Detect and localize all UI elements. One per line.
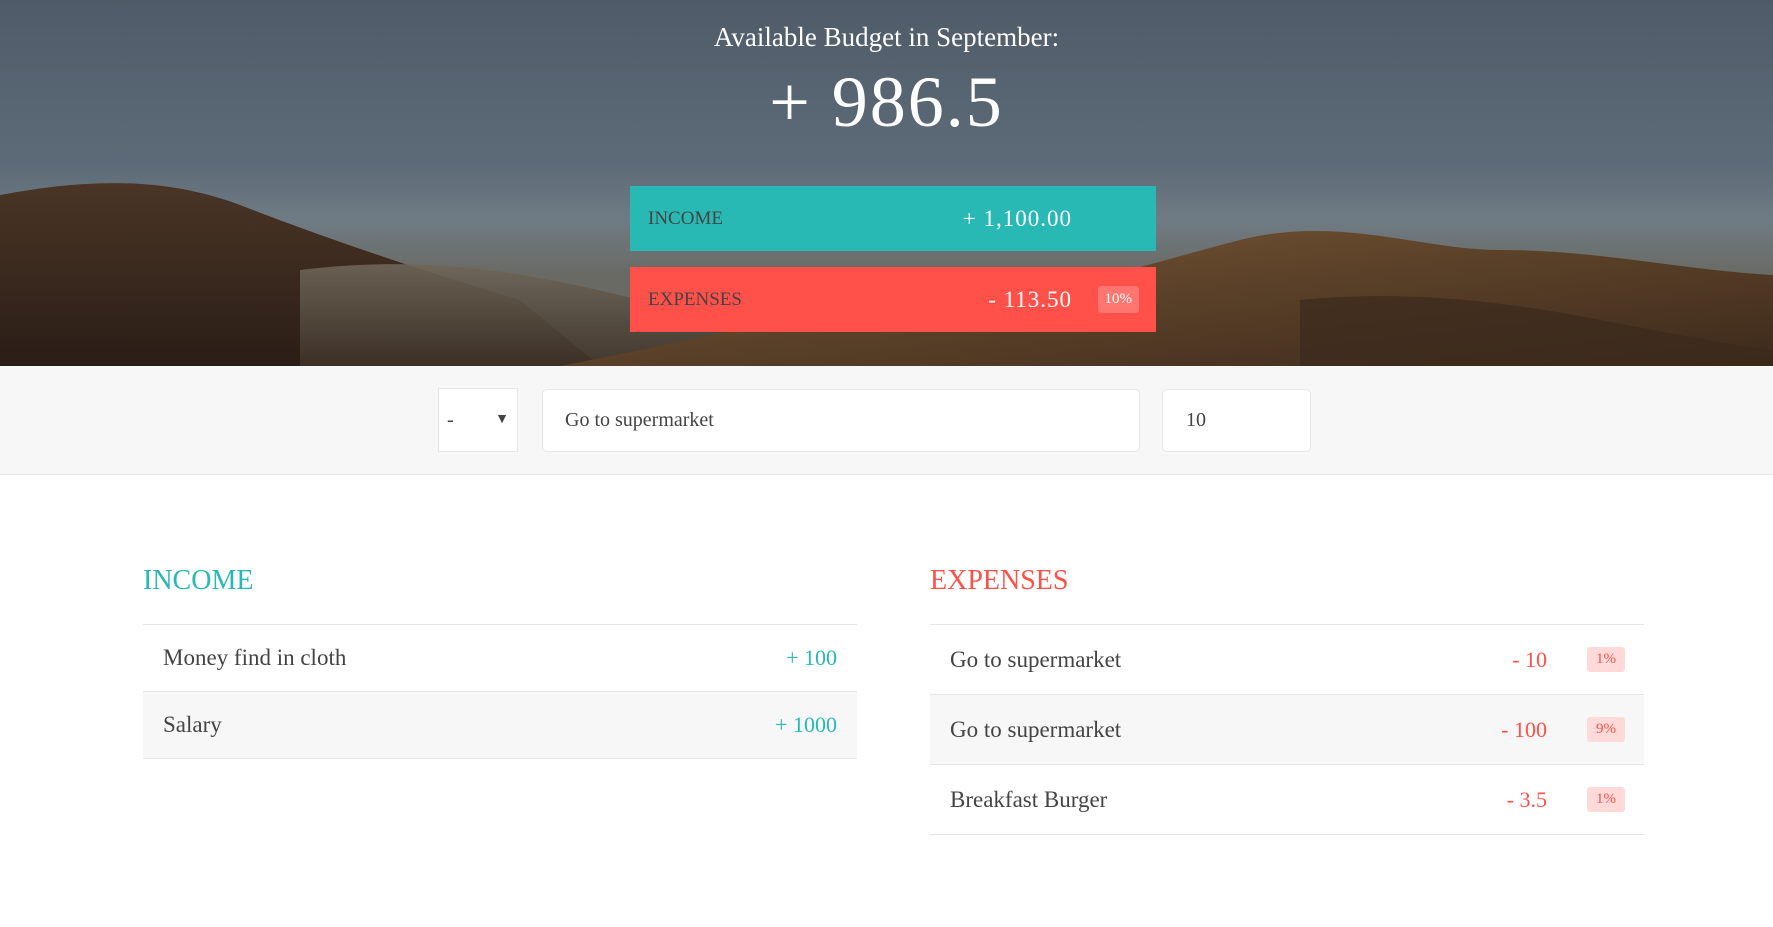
budget-header: Available Budget in September: + 986.5 I… <box>0 0 1773 366</box>
budget-income-value: + 1,100.00 <box>962 205 1072 231</box>
budget-summary: Available Budget in September: + 986.5 <box>0 0 1773 144</box>
expense-item[interactable]: Go to supermarket - 100 9% <box>930 695 1644 765</box>
add-type-select[interactable]: - ▼ <box>438 388 518 452</box>
expense-item-percentage: 9% <box>1587 717 1625 742</box>
add-item-bar: - ▼ <box>0 366 1773 475</box>
income-column: INCOME Money find in cloth + 100 Salary … <box>143 565 857 759</box>
budget-expenses-box: EXPENSES - 113.50 10% <box>630 267 1156 332</box>
budget-expenses-label: EXPENSES <box>648 288 742 310</box>
income-item-value: + 1000 <box>775 712 837 737</box>
budget-expenses-value: - 113.50 <box>988 286 1072 312</box>
budget-title: Available Budget in September: <box>713 22 1060 52</box>
income-item[interactable]: Money find in cloth + 100 <box>143 625 857 692</box>
add-value-input[interactable] <box>1162 389 1311 452</box>
expenses-title: EXPENSES <box>930 565 1069 596</box>
chevron-down-icon: ▼ <box>495 412 509 427</box>
add-description-input[interactable] <box>542 389 1140 452</box>
expenses-list: Go to supermarket - 10 1% Go to supermar… <box>930 624 1644 835</box>
expense-item-percentage: 1% <box>1587 647 1625 672</box>
income-item[interactable]: Salary + 1000 <box>143 692 857 759</box>
expense-item[interactable]: Breakfast Burger - 3.5 1% <box>930 765 1644 835</box>
budget-income-box: INCOME + 1,100.00 <box>630 186 1156 251</box>
expense-item-value: - 10 <box>1512 646 1547 672</box>
budget-value: + 986.5 <box>769 62 1004 142</box>
income-title: INCOME <box>143 565 254 596</box>
expense-item-value: - 3.5 <box>1506 786 1547 812</box>
expense-item-description: Go to supermarket <box>950 646 1122 672</box>
income-item-description: Salary <box>163 712 222 737</box>
expense-item[interactable]: Go to supermarket - 10 1% <box>930 625 1644 695</box>
expense-item-value: - 100 <box>1501 716 1547 742</box>
lists-container: INCOME Money find in cloth + 100 Salary … <box>0 475 1773 927</box>
expenses-column: EXPENSES Go to supermarket - 10 1% Go to… <box>930 565 1644 835</box>
expense-item-description: Go to supermarket <box>950 716 1122 742</box>
expense-item-description: Breakfast Burger <box>950 786 1108 812</box>
income-item-description: Money find in cloth <box>163 645 347 670</box>
budget-expenses-percentage: 10% <box>1097 286 1139 313</box>
expense-item-percentage: 1% <box>1587 787 1625 812</box>
add-type-selected-value: - <box>447 408 454 431</box>
income-list: Money find in cloth + 100 Salary + 1000 <box>143 624 857 759</box>
income-item-value: + 100 <box>786 645 837 670</box>
budget-income-label: INCOME <box>648 207 723 229</box>
